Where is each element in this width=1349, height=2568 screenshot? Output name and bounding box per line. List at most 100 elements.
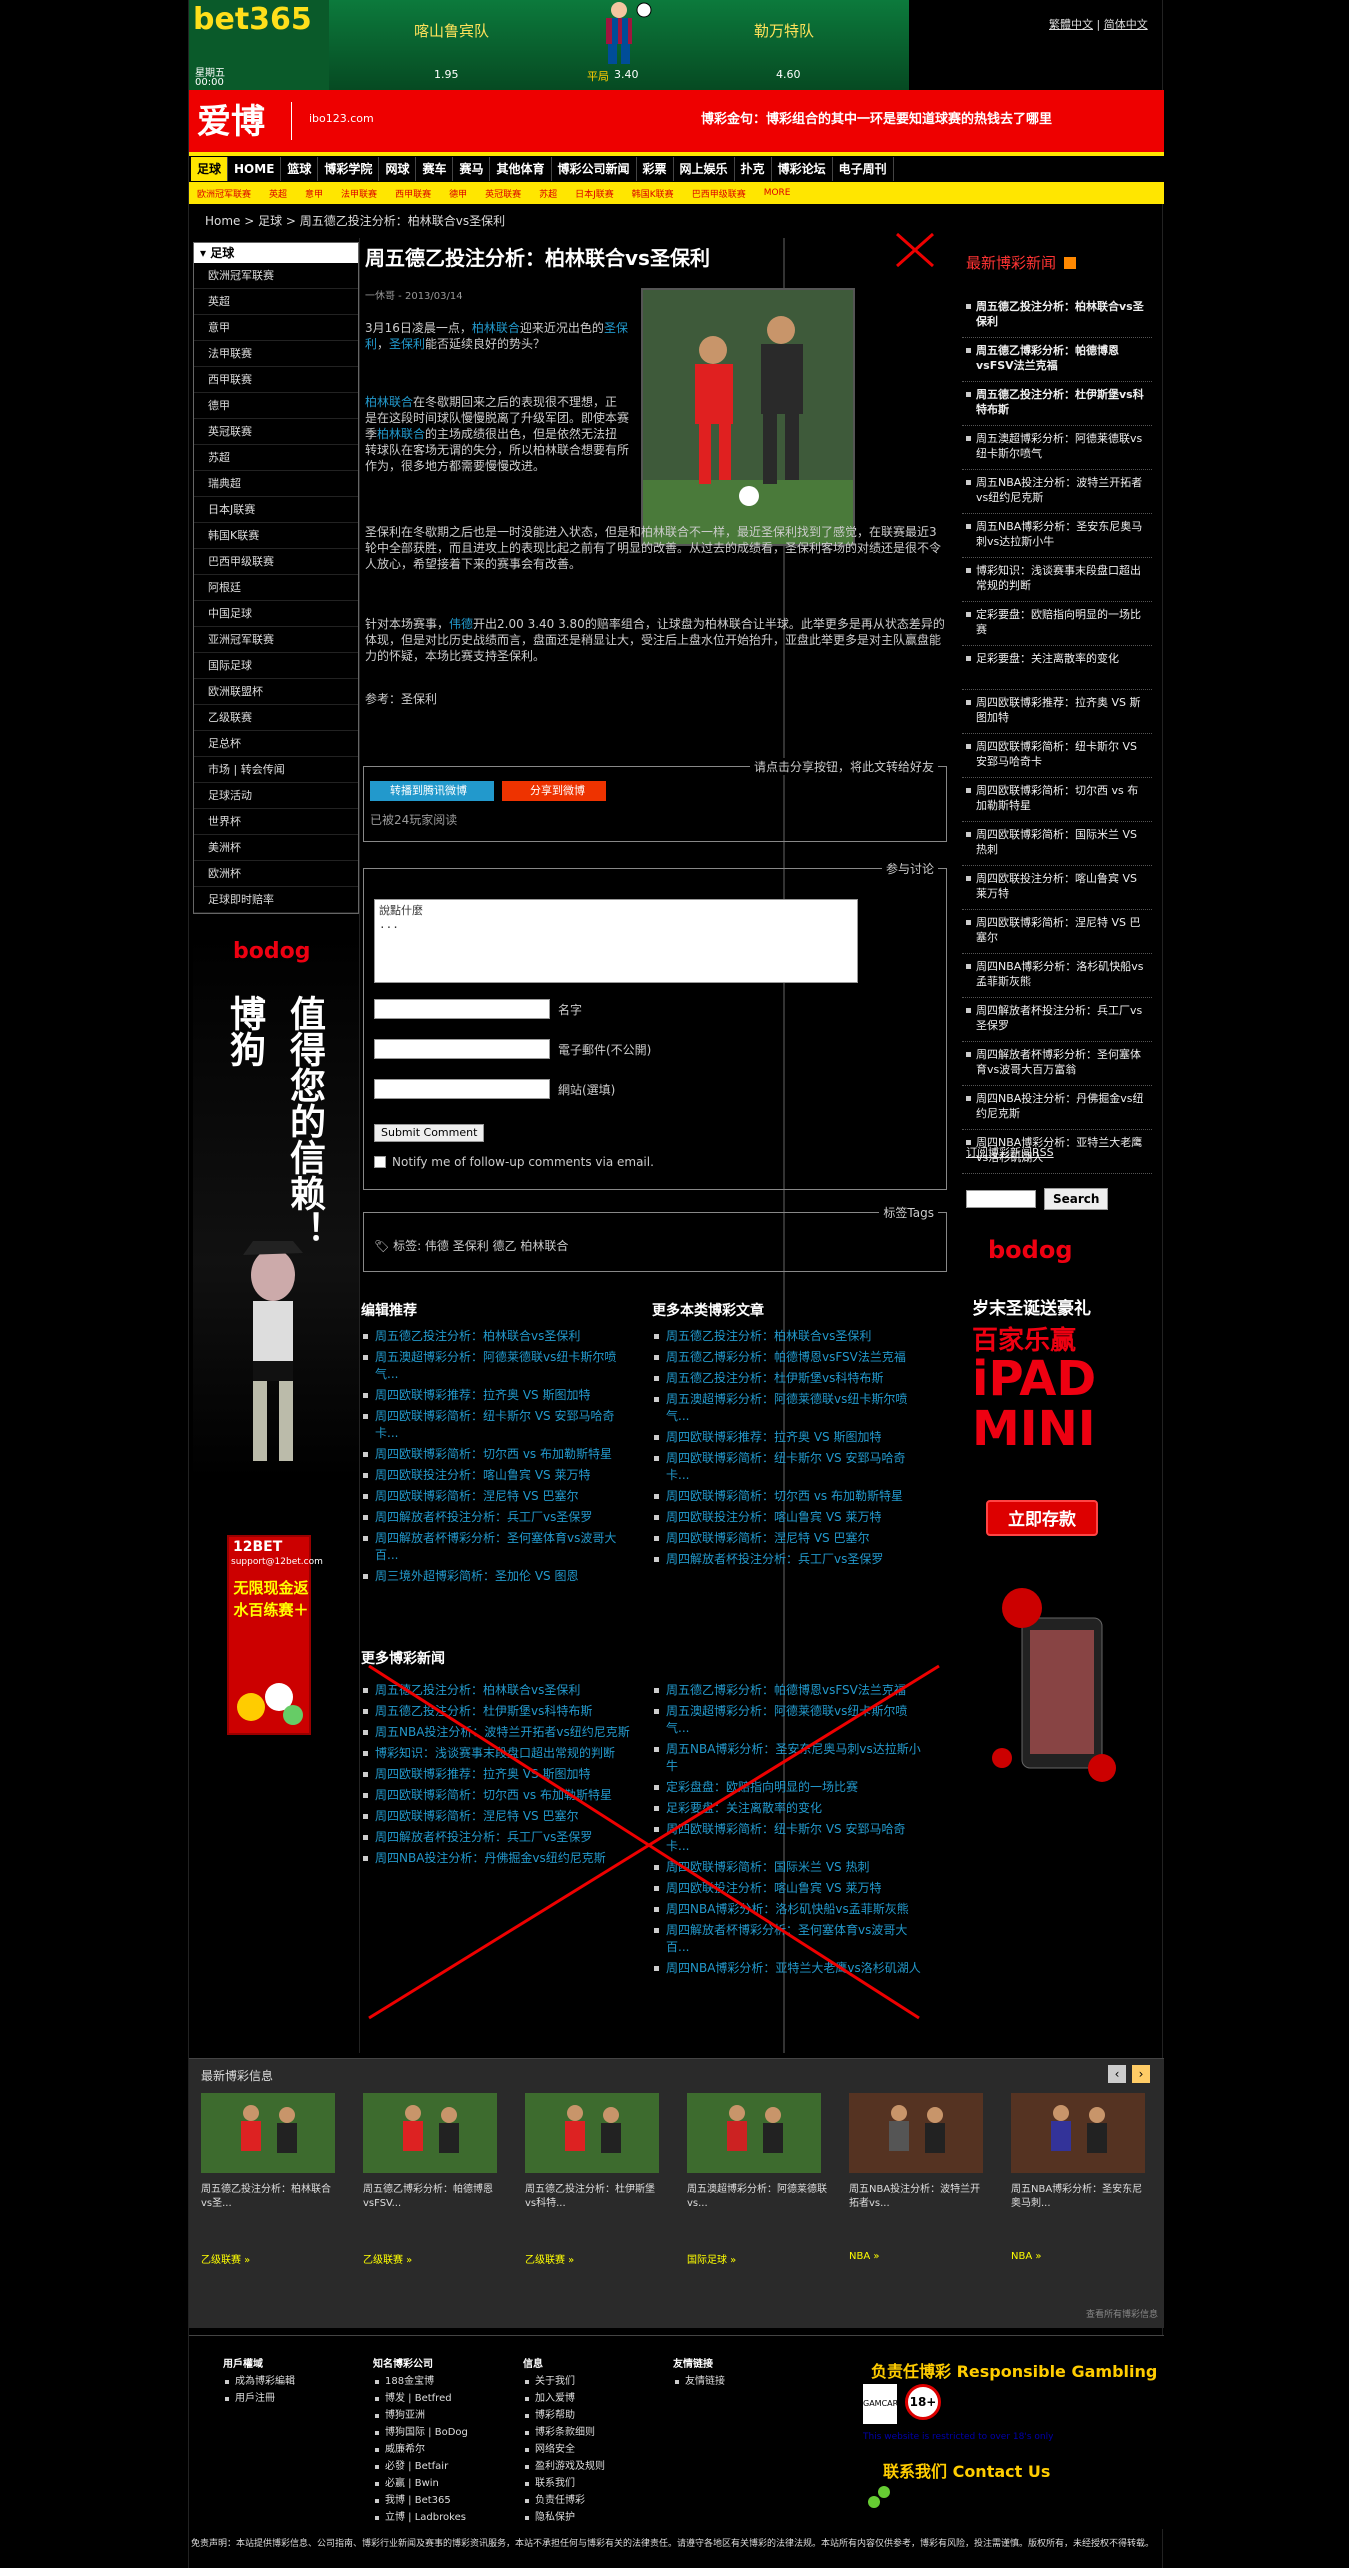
- card-category[interactable]: NBA »: [849, 2251, 989, 2262]
- more-category-link[interactable]: 周五德乙博彩分析：帕德博恩vsFSV法兰克福: [652, 1349, 928, 1366]
- subnav-item[interactable]: 英冠联赛: [485, 187, 521, 200]
- notify-checkbox[interactable]: Notify me of follow-up comments via emai…: [374, 1155, 654, 1169]
- category-item[interactable]: 足球即时赔率: [194, 887, 358, 913]
- latest-news-link[interactable]: 周四欧联博彩简析：涅尼特 VS 巴塞尔: [962, 910, 1152, 954]
- nav-tennis[interactable]: 网球: [379, 157, 417, 181]
- contact-icon[interactable]: [864, 2482, 894, 2512]
- nav-football[interactable]: 足球: [191, 157, 229, 181]
- sina-weibo-button[interactable]: 分享到微博: [502, 781, 606, 801]
- card-caption[interactable]: 周五德乙博彩分析：帕德博恩vsFSV...: [363, 2183, 503, 2239]
- nav-lottery[interactable]: 彩票: [637, 157, 674, 181]
- carousel-card[interactable]: 周五德乙投注分析：柏林联合vs圣... 乙级联赛 »: [201, 2093, 341, 2266]
- latest-news-link[interactable]: 定彩要盘：欧赔指向明显的一场比赛: [962, 602, 1152, 646]
- team-link[interactable]: 圣保利: [389, 337, 425, 351]
- category-item[interactable]: 法甲联赛: [194, 341, 358, 367]
- 12bet-ad[interactable]: 12BET support@12bet.com 无限现金返水百练赛＋: [227, 1535, 323, 1735]
- carousel-card[interactable]: 周五NBA投注分析：波特兰开拓者vs... NBA »: [849, 2093, 989, 2262]
- match-odds-banner[interactable]: 喀山鲁宾队 勒万特队 1.95 平局 3.40 4.60: [329, 0, 909, 90]
- category-item[interactable]: 韩国K联赛: [194, 523, 358, 549]
- latest-news-link[interactable]: 周五德乙投注分析：柏林联合vs圣保利: [962, 294, 1152, 338]
- more-category-link[interactable]: 周四欧联博彩简析：涅尼特 VS 巴塞尔: [652, 1530, 928, 1547]
- nav-ezine[interactable]: 电子周刊: [833, 157, 894, 181]
- category-item[interactable]: 欧洲杯: [194, 861, 358, 887]
- nav-academy[interactable]: 博彩学院: [318, 157, 380, 181]
- contact-title[interactable]: 联系我们 Contact Us: [883, 2458, 1050, 2482]
- more-category-link[interactable]: 周四欧联投注分析：喀山鲁宾 VS 莱万特: [652, 1509, 928, 1526]
- bodog-right-ad[interactable]: bodog 岁末圣诞送豪礼 百家乐赢 iPAD MINI 立即存款: [962, 1228, 1152, 2058]
- category-item[interactable]: 中国足球: [194, 601, 358, 627]
- gamcare-icon[interactable]: GAMCARE: [863, 2384, 903, 2424]
- traditional-chinese-link[interactable]: 繁體中文: [1049, 18, 1093, 31]
- article-photo[interactable]: [641, 288, 855, 546]
- latest-news-link[interactable]: 周四欧联博彩简析：纽卡斯尔 VS 安郅马哈奇卡: [962, 734, 1152, 778]
- more-category-link[interactable]: 周四欧联博彩推荐：拉齐奥 VS 斯图加特: [652, 1429, 928, 1446]
- footer-link[interactable]: 博狗亚洲: [373, 2407, 468, 2424]
- subnav-more[interactable]: MORE: [764, 188, 791, 198]
- subnav-item[interactable]: 苏超: [539, 187, 557, 200]
- category-item[interactable]: 世界杯: [194, 809, 358, 835]
- category-item[interactable]: 美洲杯: [194, 835, 358, 861]
- team-link[interactable]: 柏林联合: [377, 427, 425, 441]
- more-category-link[interactable]: 周五德乙投注分析：杜伊斯堡vs科特布斯: [652, 1370, 928, 1387]
- editor-pick-link[interactable]: 周五德乙投注分析：柏林联合vs圣保利: [361, 1328, 637, 1345]
- card-caption[interactable]: 周五NBA博彩分析：圣安东尼奥马刺...: [1011, 2183, 1151, 2239]
- card-category[interactable]: 乙级联赛 »: [363, 2251, 503, 2266]
- card-caption[interactable]: 周五NBA投注分析：波特兰开拓者vs...: [849, 2183, 989, 2239]
- editor-pick-link[interactable]: 周三境外超博彩简析：圣加伦 VS 图恩: [361, 1568, 637, 1585]
- nav-home[interactable]: HOME: [228, 157, 282, 181]
- bookmaker-link[interactable]: 伟德: [449, 617, 473, 631]
- nav-racing[interactable]: 赛车: [416, 157, 454, 181]
- card-photo[interactable]: [363, 2093, 497, 2173]
- footer-link[interactable]: 用戶注冊: [223, 2390, 295, 2407]
- checkbox-icon[interactable]: [374, 1156, 386, 1168]
- footer-link[interactable]: 必發 | Betfair: [373, 2458, 468, 2475]
- category-item[interactable]: 英冠联赛: [194, 419, 358, 445]
- email-input[interactable]: [374, 1039, 550, 1059]
- card-photo[interactable]: [201, 2093, 335, 2173]
- subnav-item[interactable]: 意甲: [305, 187, 323, 200]
- editor-pick-link[interactable]: 周四欧联博彩推荐：拉齐奥 VS 斯图加特: [361, 1387, 637, 1404]
- card-category[interactable]: 乙级联赛 »: [201, 2251, 341, 2266]
- name-input[interactable]: [374, 999, 550, 1019]
- search-input[interactable]: [966, 1190, 1036, 1208]
- footer-link[interactable]: 加入爱博: [523, 2390, 605, 2407]
- footer-link[interactable]: 隐私保护: [523, 2509, 605, 2526]
- category-item[interactable]: 意甲: [194, 315, 358, 341]
- odd-away[interactable]: 4.60: [776, 68, 801, 81]
- subnav-item[interactable]: 日本J联赛: [575, 187, 614, 200]
- more-category-link[interactable]: 周四欧联博彩简析：切尔西 vs 布加勒斯特星: [652, 1488, 928, 1505]
- category-item[interactable]: 乙级联赛: [194, 705, 358, 731]
- editor-pick-link[interactable]: 周四欧联投注分析：喀山鲁宾 VS 莱万特: [361, 1467, 637, 1484]
- deposit-button[interactable]: 立即存款: [986, 1500, 1098, 1536]
- odd-draw[interactable]: 3.40: [614, 68, 639, 81]
- latest-news-link[interactable]: 周四NBA博彩分析：洛杉矶快船vs孟菲斯灰熊: [962, 954, 1152, 998]
- footer-link[interactable]: 博彩帮助: [523, 2407, 605, 2424]
- latest-news-link[interactable]: 周四欧联博彩推荐：拉齐奥 VS 斯图加特: [962, 690, 1152, 734]
- latest-news-link[interactable]: 周四欧联博彩简析：切尔西 vs 布加勒斯特星: [962, 778, 1152, 822]
- comment-textarea[interactable]: 說點什麼 ...: [374, 899, 858, 983]
- subnav-item[interactable]: 韩国K联赛: [632, 187, 674, 200]
- latest-news-link[interactable]: 周四解放者杯投注分析：兵工厂vs圣保罗: [962, 998, 1152, 1042]
- footer-link[interactable]: 立博 | Ladbrokes: [373, 2509, 468, 2526]
- card-category[interactable]: 国际足球 »: [687, 2251, 827, 2266]
- rss-link[interactable]: 订阅博彩新闻RSS: [966, 1144, 1054, 1160]
- footer-link[interactable]: 博发 | Betfred: [373, 2390, 468, 2407]
- subnav-item[interactable]: 巴西甲级联赛: [692, 187, 746, 200]
- latest-news-link[interactable]: 周四欧联投注分析：喀山鲁宾 VS 莱万特: [962, 866, 1152, 910]
- latest-news-link[interactable]: 周四解放者杯博彩分析：圣何塞体育vs波哥大百万富翁: [962, 1042, 1152, 1086]
- category-item[interactable]: 西甲联赛: [194, 367, 358, 393]
- footer-link[interactable]: 博狗国际 | BoDog: [373, 2424, 468, 2441]
- category-item[interactable]: 足球活动: [194, 783, 358, 809]
- search-button[interactable]: Search: [1044, 1188, 1109, 1210]
- nav-poker[interactable]: 扑克: [735, 157, 772, 181]
- card-caption[interactable]: 周五德乙投注分析：柏林联合vs圣...: [201, 2183, 341, 2239]
- nav-other-sports[interactable]: 其他体育: [490, 157, 552, 181]
- category-item[interactable]: 巴西甲级联赛: [194, 549, 358, 575]
- category-item[interactable]: 德甲: [194, 393, 358, 419]
- submit-comment-button[interactable]: Submit Comment: [374, 1124, 485, 1142]
- nav-online[interactable]: 网上娱乐: [674, 157, 735, 181]
- footer-link[interactable]: 关于我们: [523, 2373, 605, 2390]
- card-photo[interactable]: [849, 2093, 983, 2173]
- footer-link[interactable]: 威廉希尔: [373, 2441, 468, 2458]
- card-caption[interactable]: 周五德乙投注分析：杜伊斯堡vs科特...: [525, 2183, 665, 2239]
